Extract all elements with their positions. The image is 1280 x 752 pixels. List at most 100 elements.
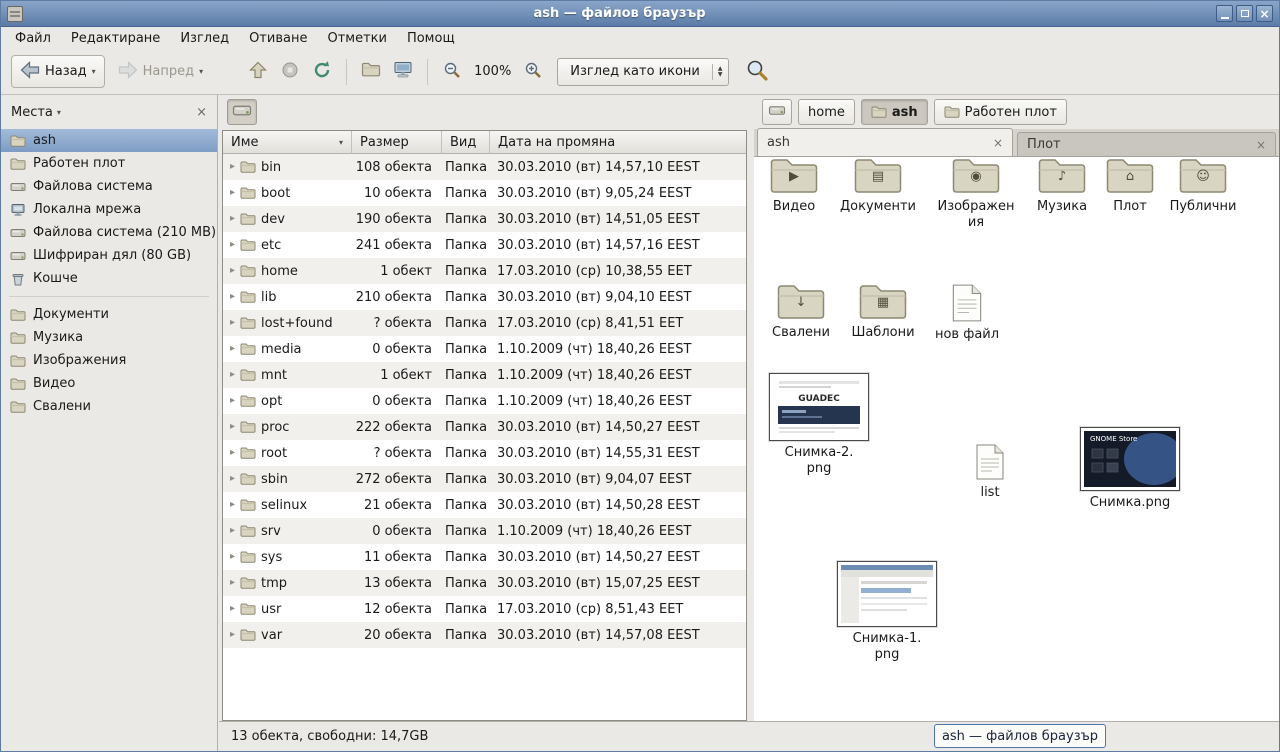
table-row[interactable]: ▸ root ? обекта Папка 30.03.2010 (вт) 14…: [223, 440, 746, 466]
expander-icon[interactable]: ▸: [230, 292, 235, 302]
menu-edit[interactable]: Редактиране: [61, 29, 170, 48]
table-row[interactable]: ▸ etc 241 обекта Папка 30.03.2010 (вт) 1…: [223, 232, 746, 258]
folder-item-desktop[interactable]: ⌂ Плот: [1090, 157, 1170, 215]
sidebar-item[interactable]: Файлова система (210 MB): [1, 221, 217, 244]
sidebar-item[interactable]: Свалени: [1, 395, 217, 418]
table-row[interactable]: ▸ home 1 обект Папка 17.03.2010 (ср) 10,…: [223, 258, 746, 284]
expander-icon[interactable]: ▸: [230, 318, 235, 328]
file-item-list[interactable]: list: [950, 443, 1030, 501]
search-button[interactable]: [741, 55, 773, 88]
expander-icon[interactable]: ▸: [230, 578, 235, 588]
table-row[interactable]: ▸ usr 12 обекта Папка 17.03.2010 (ср) 8,…: [223, 596, 746, 622]
table-row[interactable]: ▸ media 0 обекта Папка 1.10.2009 (чт) 18…: [223, 336, 746, 362]
reload-button[interactable]: [306, 55, 338, 88]
sidebar-item[interactable]: Документи: [1, 303, 217, 326]
stop-button[interactable]: [274, 55, 306, 88]
expander-icon[interactable]: ▸: [230, 604, 235, 614]
expander-icon[interactable]: ▸: [230, 214, 235, 224]
expander-icon[interactable]: ▸: [230, 370, 235, 380]
taskbar-window-button[interactable]: ash — файлов браузър: [934, 724, 1106, 748]
table-row[interactable]: ▸ opt 0 обекта Папка 1.10.2009 (чт) 18,4…: [223, 388, 746, 414]
table-row[interactable]: ▸ boot 10 обекта Папка 30.03.2010 (вт) 9…: [223, 180, 746, 206]
expander-icon[interactable]: ▸: [230, 266, 235, 276]
table-row[interactable]: ▸ lib 210 обекта Папка 30.03.2010 (вт) 9…: [223, 284, 746, 310]
column-header-size[interactable]: Размер: [352, 131, 442, 154]
sidebar-item[interactable]: Кошче: [1, 267, 217, 290]
forward-button[interactable]: Напред ▾: [109, 55, 213, 88]
sidebar-item[interactable]: Файлова система: [1, 175, 217, 198]
menu-help[interactable]: Помощ: [397, 29, 465, 48]
menu-file[interactable]: Файл: [5, 29, 61, 48]
sidebar-item[interactable]: Изображения: [1, 349, 217, 372]
folder-item-video[interactable]: ▶ Видео: [754, 157, 834, 215]
sidebar-item[interactable]: Локална мрежа: [1, 198, 217, 221]
close-button[interactable]: ×: [1256, 5, 1273, 22]
expander-icon[interactable]: ▸: [230, 474, 235, 484]
menu-view[interactable]: Изглед: [170, 29, 239, 48]
folder-item-public[interactable]: ☺ Публични: [1163, 157, 1243, 215]
combo-spin-arrows-icon[interactable]: ▲▼: [712, 64, 728, 80]
path-button-home[interactable]: home: [798, 99, 855, 125]
table-row[interactable]: ▸ srv 0 обекта Папка 1.10.2009 (чт) 18,4…: [223, 518, 746, 544]
expander-icon[interactable]: ▸: [230, 448, 235, 458]
menu-bookmarks[interactable]: Отметки: [317, 29, 396, 48]
icon-view[interactable]: ▶ Видео ▤ Документи ◉ Изображен ия ♪ Муз…: [754, 157, 1279, 721]
tab-close-icon[interactable]: ×: [1256, 139, 1266, 151]
table-row[interactable]: ▸ tmp 13 обекта Папка 30.03.2010 (вт) 15…: [223, 570, 746, 596]
column-header-name[interactable]: Име ▾: [223, 131, 352, 154]
expander-icon[interactable]: ▸: [230, 240, 235, 250]
expander-icon[interactable]: ▸: [230, 162, 235, 172]
tab-ash[interactable]: ash ×: [757, 128, 1013, 156]
sidebar-selector-chevron-icon[interactable]: ▾: [57, 108, 61, 117]
sidebar-item[interactable]: Работен плот: [1, 152, 217, 175]
folder-item-documents[interactable]: ▤ Документи: [838, 157, 918, 215]
table-row[interactable]: ▸ mnt 1 обект Папка 1.10.2009 (чт) 18,40…: [223, 362, 746, 388]
table-row[interactable]: ▸ lost+found ? обекта Папка 17.03.2010 (…: [223, 310, 746, 336]
sidebar-item[interactable]: Музика: [1, 326, 217, 349]
maximize-button[interactable]: [1236, 5, 1253, 22]
folder-item-downloads[interactable]: ↓ Свалени: [761, 283, 841, 341]
up-button[interactable]: [242, 55, 274, 88]
zoom-out-button[interactable]: [436, 55, 468, 88]
expander-icon[interactable]: ▸: [230, 344, 235, 354]
sidebar-item[interactable]: Видео: [1, 372, 217, 395]
table-row[interactable]: ▸ dev 190 обекта Папка 30.03.2010 (вт) 1…: [223, 206, 746, 232]
column-header-type[interactable]: Вид: [442, 131, 490, 154]
sidebar-item[interactable]: ash: [1, 129, 217, 152]
menu-go[interactable]: Отиване: [239, 29, 317, 48]
expander-icon[interactable]: ▸: [230, 188, 235, 198]
table-row[interactable]: ▸ selinux 21 обекта Папка 30.03.2010 (вт…: [223, 492, 746, 518]
back-history-chevron-icon[interactable]: ▾: [92, 67, 96, 76]
table-row[interactable]: ▸ bin 108 обекта Папка 30.03.2010 (вт) 1…: [223, 154, 746, 180]
minimize-button[interactable]: [1216, 5, 1233, 22]
expander-icon[interactable]: ▸: [230, 526, 235, 536]
folder-item-images[interactable]: ◉ Изображен ия: [936, 157, 1016, 230]
path-button-ash[interactable]: ash: [861, 99, 928, 125]
root-path-button[interactable]: [227, 99, 257, 125]
tab-close-icon[interactable]: ×: [993, 137, 1003, 149]
image-item-snimka-1[interactable]: Снимка-1. png: [832, 561, 942, 662]
column-header-date[interactable]: Дата на промяна: [490, 131, 746, 154]
expander-icon[interactable]: ▸: [230, 552, 235, 562]
expander-icon[interactable]: ▸: [230, 396, 235, 406]
sidebar-close-button[interactable]: ×: [196, 105, 207, 120]
titlebar[interactable]: ash — файлов браузър ×: [1, 1, 1279, 27]
file-item-new-file[interactable]: нов файл: [927, 283, 1007, 343]
zoom-in-button[interactable]: [517, 55, 549, 88]
table-row[interactable]: ▸ proc 222 обекта Папка 30.03.2010 (вт) …: [223, 414, 746, 440]
home-folder-button[interactable]: [355, 55, 387, 88]
image-item-snimka[interactable]: GNOME Store Снимка.png: [1075, 427, 1185, 511]
back-button[interactable]: Назад ▾: [11, 55, 105, 88]
table-row[interactable]: ▸ sbin 272 обекта Папка 30.03.2010 (вт) …: [223, 466, 746, 492]
table-row[interactable]: ▸ sys 11 обекта Папка 30.03.2010 (вт) 14…: [223, 544, 746, 570]
tab-plot[interactable]: Плот ×: [1017, 132, 1276, 156]
folder-item-templates[interactable]: ▦ Шаблони: [843, 283, 923, 341]
root-path-button[interactable]: [762, 99, 792, 125]
path-button-desktop[interactable]: Работен плот: [934, 99, 1067, 125]
expander-icon[interactable]: ▸: [230, 422, 235, 432]
image-item-snimka-2[interactable]: GUADEC Снимка-2. png: [764, 373, 874, 476]
sidebar-item[interactable]: Шифриран дял (80 GB): [1, 244, 217, 267]
table-row[interactable]: ▸ var 20 обекта Папка 30.03.2010 (вт) 14…: [223, 622, 746, 648]
expander-icon[interactable]: ▸: [230, 630, 235, 640]
forward-history-chevron-icon[interactable]: ▾: [199, 67, 203, 76]
